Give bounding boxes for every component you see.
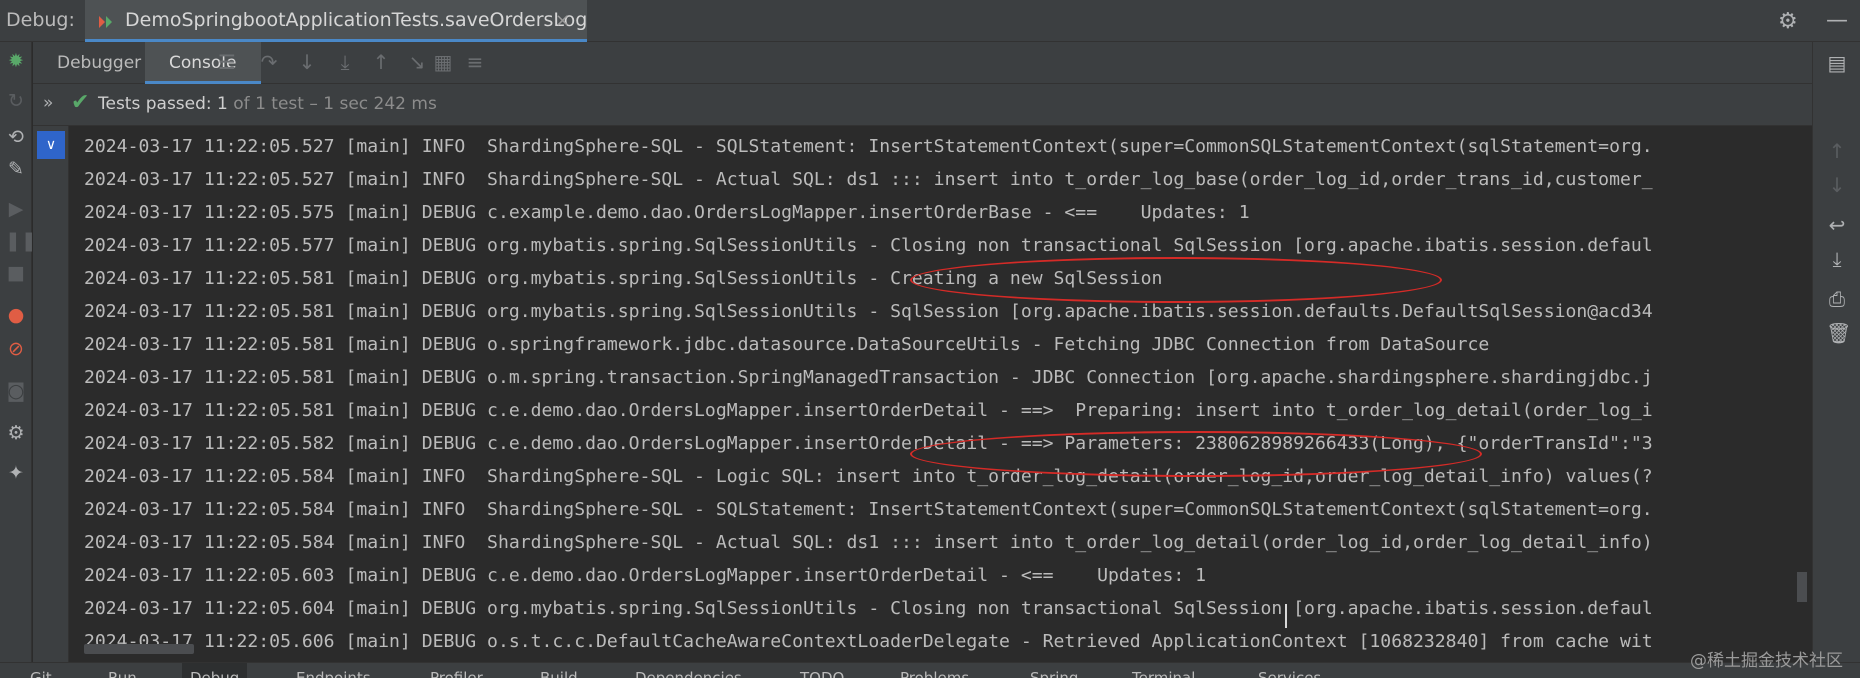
- tool-terminal[interactable]: Terminal: [1132, 663, 1195, 678]
- tab-console[interactable]: Console: [145, 42, 261, 84]
- layout-icon[interactable]: ▤: [1826, 52, 1848, 74]
- run-to-cursor-icon[interactable]: ↘: [405, 50, 429, 74]
- scroll-to-end-icon[interactable]: ⤓: [1826, 248, 1848, 270]
- tests-passed-detail: of 1 test – 1 sec 242 ms: [233, 94, 437, 114]
- tool-endpoints[interactable]: Endpoints: [296, 663, 371, 678]
- step-into-icon[interactable]: ↓: [295, 50, 319, 74]
- evaluate-expression-icon[interactable]: ▦: [431, 50, 455, 74]
- log-line: 2024-03-17 11:22:05.581 [main] DEBUG o.m…: [84, 367, 1653, 388]
- text-caret: [1285, 604, 1287, 628]
- pin-icon[interactable]: ✦: [5, 462, 27, 484]
- tool-debug[interactable]: Debug: [182, 663, 248, 678]
- mute-breakpoints-icon[interactable]: ⊘: [5, 338, 27, 360]
- soft-wrap-icon[interactable]: ↩: [1826, 214, 1848, 236]
- wrench-icon[interactable]: ✎: [5, 158, 27, 180]
- test-run-icon: [99, 16, 112, 28]
- console-right-toolbar: ▤ ↑ ↓ ↩ ⤓ ⎙ 🗑: [1812, 42, 1860, 662]
- log-line: 2024-03-17 11:22:05.581 [main] DEBUG o.s…: [84, 334, 1490, 355]
- log-line: 2024-03-17 11:22:05.604 [main] DEBUG org…: [84, 598, 1653, 619]
- close-icon[interactable]: ×: [555, 10, 570, 31]
- gear-icon[interactable]: ⚙: [1778, 9, 1798, 34]
- log-line: 2024-03-17 11:22:05.575 [main] DEBUG c.e…: [84, 202, 1250, 223]
- restore-layout-icon[interactable]: ⟲: [5, 126, 27, 148]
- log-line: 2024-03-17 11:22:05.606 [main] DEBUG o.s…: [84, 631, 1653, 652]
- settings-icon[interactable]: ⚙: [5, 422, 27, 444]
- log-line: 2024-03-17 11:22:05.584 [main] INFO Shar…: [84, 532, 1653, 553]
- rerun-failed-icon[interactable]: ↻: [5, 90, 27, 112]
- chevron-right-icon[interactable]: »: [43, 93, 53, 113]
- menu-icon[interactable]: ☰: [215, 50, 239, 74]
- test-tree-strip: ∨: [33, 126, 69, 662]
- arrow-up-icon[interactable]: ↑: [1826, 140, 1848, 162]
- tests-passed-text: Tests passed: 1 of 1 test – 1 sec 242 ms: [98, 94, 437, 114]
- trace-icon[interactable]: ≡: [463, 50, 487, 74]
- tool-spring[interactable]: Spring: [1030, 663, 1078, 678]
- force-step-into-icon[interactable]: ⤓: [333, 50, 357, 74]
- debug-left-toolbar: ✹ ↻ ⟲ ✎ ▶ ❚❚ ■ ● ⊘ ◙ ⚙ ✦: [0, 42, 37, 662]
- step-over-icon[interactable]: ↷: [257, 50, 281, 74]
- vertical-scrollbar[interactable]: [1797, 572, 1807, 602]
- stop-icon[interactable]: ■: [5, 262, 27, 284]
- check-icon: ✔: [71, 90, 90, 115]
- console-output[interactable]: 2024-03-17 11:22:05.527 [main] INFO Shar…: [70, 126, 1810, 654]
- arrow-down-icon[interactable]: ↓: [1826, 174, 1848, 196]
- tool-dependencies[interactable]: Dependencies: [635, 663, 742, 678]
- step-out-icon[interactable]: ↑: [369, 50, 393, 74]
- chevron-down-icon[interactable]: ∨: [37, 131, 65, 159]
- tool-todo[interactable]: TODO: [800, 663, 844, 678]
- tool-problems[interactable]: Problems: [900, 663, 969, 678]
- log-line: 2024-03-17 11:22:05.527 [main] INFO Shar…: [84, 136, 1653, 157]
- tool-services[interactable]: Services: [1258, 663, 1321, 678]
- run-configuration-tab[interactable]: DemoSpringbootApplicationTests.saveOrder…: [85, 0, 587, 42]
- bug-icon[interactable]: ✹: [5, 50, 27, 72]
- highlight-ellipse: [910, 257, 1442, 303]
- log-line: 2024-03-17 11:22:05.584 [main] INFO Shar…: [84, 499, 1653, 520]
- run-tab-title: DemoSpringbootApplicationTests.saveOrder…: [125, 9, 588, 31]
- tool-run[interactable]: Run: [108, 663, 137, 678]
- debug-window-header: Debug: DemoSpringbootApplicationTests.sa…: [0, 0, 1860, 42]
- highlight-ellipse: [910, 431, 1482, 477]
- tests-status-bar: » ✔ Tests passed: 1 of 1 test – 1 sec 24…: [33, 84, 1812, 126]
- tab-debugger-label: Debugger: [57, 53, 142, 73]
- print-icon[interactable]: ⎙: [1826, 288, 1848, 310]
- debug-label: Debug:: [6, 9, 75, 31]
- tool-git[interactable]: Git: [30, 663, 52, 678]
- watermark: @稀土掘金技术社区: [1690, 651, 1843, 671]
- debug-tab-toolbar: Debugger Console ☰ ↷ ↓ ⤓ ↑ ↘ ▦ ≡: [33, 42, 1823, 84]
- tool-profiler[interactable]: Profiler: [430, 663, 483, 678]
- pause-icon[interactable]: ❚❚: [5, 230, 37, 252]
- log-line: 2024-03-17 11:22:05.581 [main] DEBUG c.e…: [84, 400, 1653, 421]
- tests-passed-count: 1: [217, 94, 228, 114]
- trash-icon[interactable]: 🗑: [1826, 322, 1851, 344]
- tests-passed-label: Tests passed:: [98, 94, 212, 114]
- log-line: 2024-03-17 11:22:05.581 [main] DEBUG org…: [84, 301, 1653, 322]
- log-line: 2024-03-17 11:22:05.527 [main] INFO Shar…: [84, 169, 1653, 190]
- tool-build[interactable]: Build: [540, 663, 578, 678]
- log-line: 2024-03-17 11:22:05.577 [main] DEBUG org…: [84, 235, 1653, 256]
- view-breakpoints-icon[interactable]: ●: [5, 304, 27, 326]
- horizontal-scrollbar[interactable]: [84, 644, 194, 654]
- resume-icon[interactable]: ▶: [5, 198, 27, 220]
- tool-window-bar: Git Run Debug Endpoints Profiler Build D…: [0, 662, 1860, 678]
- camera-icon[interactable]: ◙: [5, 380, 27, 402]
- minimize-icon[interactable]: —: [1826, 8, 1848, 33]
- log-line: 2024-03-17 11:22:05.603 [main] DEBUG c.e…: [84, 565, 1207, 586]
